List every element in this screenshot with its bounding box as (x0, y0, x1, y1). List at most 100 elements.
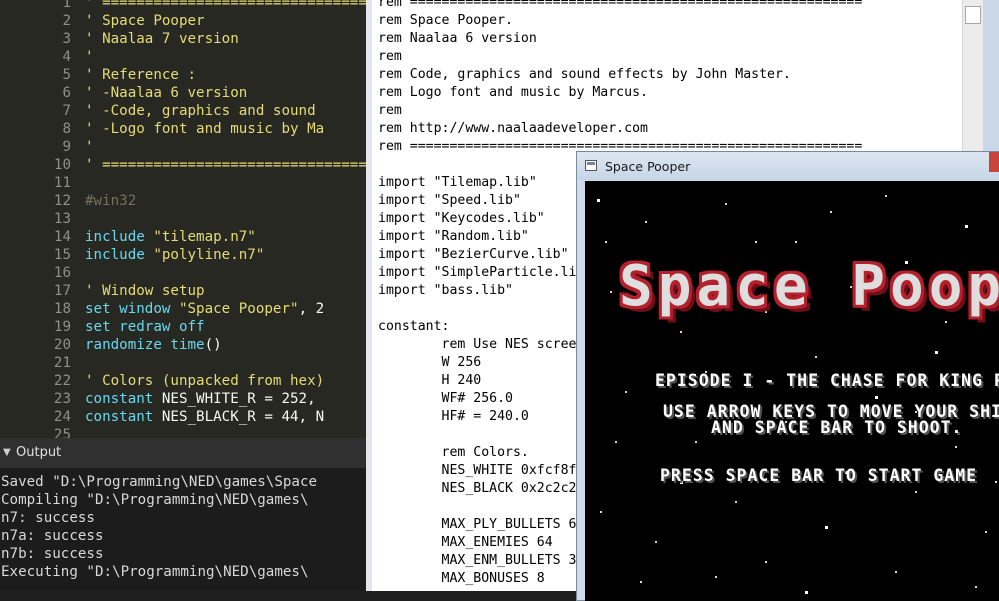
line-number: 21 (53, 355, 71, 371)
code-token: ' Window setup (85, 283, 205, 299)
line-number: 19 (53, 319, 71, 335)
code-line[interactable]: 1 ' =====================================… (0, 0, 366, 12)
text-line: import "Keycodes.lib" (378, 211, 545, 226)
scrollbar-thumb[interactable] (965, 6, 981, 24)
code-line[interactable]: 21 (0, 354, 366, 372)
code-line[interactable]: 5 ' Reference : (0, 66, 366, 84)
code-text: ' Naalaa 7 version (85, 30, 239, 48)
text-line: import "Speed.lib" (378, 193, 521, 208)
game-logo: Space Pooper (619, 254, 999, 319)
code-text: ' (85, 138, 94, 156)
episode-text: EPISODE I - THE CHASE FOR KING POO (655, 371, 999, 390)
code-line[interactable]: 8 ' -Logo font and music by Ma (0, 120, 366, 138)
code-line[interactable]: 13 (0, 210, 366, 228)
star (795, 241, 797, 243)
star (915, 491, 917, 493)
code-editor[interactable]: 1 ' =====================================… (0, 0, 366, 438)
code-line[interactable]: 16 (0, 264, 366, 282)
code-token: constant (85, 409, 162, 425)
line-number: 7 (62, 103, 71, 119)
code-token: ' (85, 139, 94, 155)
code-token: #win32 (85, 193, 137, 209)
output-line: Saved "D:\Programming\NED\games\Space (1, 474, 318, 490)
code-text: #win32 (85, 192, 136, 210)
star (695, 441, 697, 443)
code-line[interactable]: 18 set window "Space Pooper", 2 (0, 300, 366, 318)
text-line: constant: (378, 319, 450, 334)
output-header[interactable]: ▼ Output (0, 438, 366, 468)
code-line[interactable]: 11 (0, 174, 366, 192)
game-canvas[interactable]: Space Pooper EPISODE I - THE CHASE FOR K… (585, 181, 999, 601)
game-window[interactable]: Space Pooper Space Pooper EPISODE I - TH… (576, 151, 999, 601)
star (830, 211, 832, 213)
star (885, 195, 887, 197)
star (955, 446, 957, 448)
line-number: 5 (62, 67, 71, 83)
code-line[interactable]: 10 ' ====================================… (0, 156, 366, 174)
output-line: Executing "D:\Programming\NED\games\ (1, 564, 309, 580)
code-line[interactable]: 14 include "tilemap.n7" (0, 228, 366, 246)
text-line: rem Code, graphics and sound effects by … (378, 67, 791, 82)
output-line: n7b: success (1, 546, 104, 562)
code-text: ' Window setup (85, 282, 205, 300)
text-line: MAX_BONUSES 8 (378, 571, 545, 586)
vertical-scrollbar[interactable] (962, 0, 984, 160)
code-line[interactable]: 9 ' (0, 138, 366, 156)
line-number: 14 (53, 229, 71, 245)
game-window-titlebar[interactable]: Space Pooper (577, 152, 999, 180)
text-line: H 240 (378, 373, 482, 388)
text-line: import "SimpleParticle.lib" (378, 265, 593, 280)
star (645, 221, 647, 223)
code-token: ' (85, 49, 94, 65)
code-line[interactable]: 24 constant NES_BLACK_R = 44, N (0, 408, 366, 426)
code-line[interactable]: 23 constant NES_WHITE_R = 252, (0, 390, 366, 408)
code-line[interactable]: 7 ' -Code, graphics and sound (0, 102, 366, 120)
text-line: rem (378, 103, 402, 118)
code-line[interactable]: 20 randomize time() (0, 336, 366, 354)
code-token: ' -Naalaa 6 version (85, 85, 248, 101)
text-line: NES_BLACK 0x2c2c2c (378, 481, 585, 496)
code-token: NES_WHITE_R = 252, (161, 391, 325, 407)
code-text: ' Colors (unpacked from hex) (85, 372, 324, 390)
line-number: 3 (62, 31, 71, 47)
star (725, 203, 727, 205)
code-token: ' ======================================… (85, 157, 366, 173)
star (625, 391, 627, 393)
code-token: randomize (85, 337, 171, 353)
code-line[interactable]: 15 include "polyline.n7" (0, 246, 366, 264)
star (605, 241, 607, 243)
star (815, 356, 817, 358)
code-token: "Space Pooper" (178, 301, 299, 317)
line-number: 10 (53, 157, 71, 173)
code-line[interactable]: 4 ' (0, 48, 366, 66)
text-line: HF# = 240.0 (378, 409, 529, 424)
collapse-triangle-icon[interactable]: ▼ (3, 438, 11, 468)
code-line[interactable]: 2 ' Space Pooper (0, 12, 366, 30)
code-token: include (85, 229, 154, 245)
code-line[interactable]: 3 ' Naalaa 7 version (0, 30, 366, 48)
star (680, 331, 682, 333)
text-line: import "Random.lib" (378, 229, 529, 244)
star (600, 511, 602, 513)
code-line[interactable]: 6 ' -Naalaa 6 version (0, 84, 366, 102)
text-line: import "Tilemap.lib" (378, 175, 537, 190)
star (825, 526, 828, 529)
line-number: 17 (53, 283, 71, 299)
line-number: 13 (53, 211, 71, 227)
star (805, 591, 808, 594)
star (655, 541, 657, 543)
code-token: ' Space Pooper (85, 13, 205, 29)
output-line: n7: success (1, 510, 95, 526)
code-line[interactable]: 22 ' Colors (unpacked from hex) (0, 372, 366, 390)
line-number: 24 (53, 409, 71, 425)
code-token: set window (85, 301, 179, 317)
code-line[interactable]: 17 ' Window setup (0, 282, 366, 300)
code-line[interactable]: 19 set redraw off (0, 318, 366, 336)
text-line: rem Space Pooper. (378, 13, 513, 28)
code-line[interactable]: 12 #win32 (0, 192, 366, 210)
line-number: 16 (53, 265, 71, 281)
code-line[interactable]: 25 (0, 426, 366, 438)
close-button[interactable] (989, 152, 999, 172)
star (755, 241, 757, 243)
start-prompt: PRESS SPACE BAR TO START GAME (660, 466, 978, 485)
